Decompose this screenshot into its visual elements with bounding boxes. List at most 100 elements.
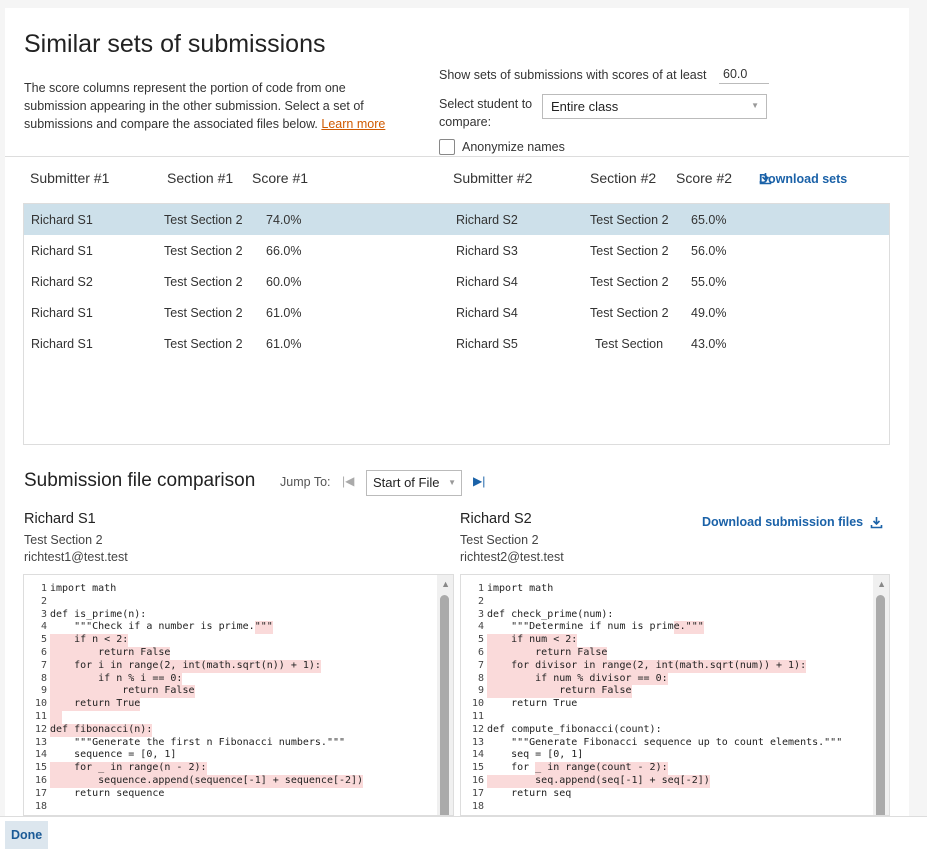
- cell-sub2: Richard S3: [456, 244, 518, 258]
- table-row[interactable]: Richard S1 Test Section 2 66.0% Richard S3 T…: [24, 235, 889, 266]
- cell-score2: 56.0%: [691, 244, 727, 258]
- cell-score2: 65.0%: [691, 213, 727, 227]
- threshold-label: Show sets of submissions with scores of …: [439, 68, 707, 82]
- code-line: 13 """Generate the first n Fibonacci num…: [24, 737, 453, 750]
- line-number: 2: [40, 595, 47, 607]
- right-submitter-email: richtest2@test.test: [460, 550, 564, 564]
- code-text: """Check if a number is prime.: [50, 621, 255, 633]
- col-section-1[interactable]: Section #1: [167, 170, 233, 186]
- left-submission-info: Richard S1 Test Section 2 richtest1@test…: [24, 511, 128, 567]
- code-line: 10 return True: [24, 698, 453, 711]
- right-code-scrollbar[interactable]: ▲: [873, 575, 889, 815]
- code-line: 6 return False: [24, 646, 453, 660]
- scroll-thumb[interactable]: [876, 595, 885, 815]
- code-text: return sequence: [50, 787, 165, 799]
- cell-score2: 49.0%: [691, 306, 727, 320]
- matched-code: return False: [487, 685, 632, 699]
- matched-code: if num % divisor == 0:: [487, 672, 668, 686]
- cell-sub2: Richard S4: [456, 275, 518, 289]
- line-number: 8: [40, 672, 47, 684]
- line-number: 16: [34, 774, 47, 786]
- code-line: 1 import math: [24, 583, 453, 596]
- jump-to-select[interactable]: Start of File ▼: [366, 470, 462, 496]
- code-line: 14 seq = [0, 1]: [461, 749, 889, 762]
- code-line: 18: [461, 801, 889, 814]
- col-submitter-1[interactable]: Submitter #1: [30, 170, 109, 186]
- anonymize-option[interactable]: Anonymize names: [439, 139, 565, 155]
- matched-code: for i in range(2, int(math.sqrt(n)) + 1)…: [50, 659, 321, 673]
- left-code-pane[interactable]: 1 import math 2 3 def is_prime(n): 4 """Check…: [23, 574, 454, 816]
- cell-sec1: Test Section 2: [164, 244, 243, 258]
- learn-more-link[interactable]: Learn more: [321, 117, 385, 131]
- student-select-label: Select student to compare:: [439, 97, 533, 129]
- col-submitter-2[interactable]: Submitter #2: [453, 170, 532, 186]
- download-submission-files-button[interactable]: Download submission files: [702, 515, 883, 529]
- page-title: Similar sets of submissions: [24, 30, 326, 58]
- code-line: 3 def is_prime(n):: [24, 609, 453, 622]
- code-text: """Determine if num is prim: [487, 621, 674, 633]
- code-line: 10 return True: [461, 698, 889, 711]
- scroll-up-icon[interactable]: ▲: [877, 579, 886, 589]
- matched-code: for divisor in range(2, int(math.sqrt(nu…: [487, 659, 807, 673]
- cell-sub2: Richard S2: [456, 213, 518, 227]
- line-number: 4: [40, 621, 47, 633]
- line-number: 18: [471, 800, 484, 812]
- code-line: 8 if n % i == 0:: [24, 672, 453, 686]
- code-text: def check_prime(num):: [487, 608, 614, 620]
- student-select[interactable]: Entire class ▼: [542, 94, 767, 119]
- table-row[interactable]: Richard S1 Test Section 2 61.0% Richard S5 T…: [24, 328, 889, 359]
- code-line: 13 """Generate Fibonacci sequence up to …: [461, 737, 889, 750]
- code-line: 9 return False: [24, 685, 453, 699]
- matched-code: _ in range(count - 2):: [535, 762, 668, 775]
- matched-code: return False: [50, 646, 171, 660]
- cell-sec2: Test Section: [595, 337, 664, 351]
- anonymize-checkbox[interactable]: [439, 139, 455, 155]
- matched-code: [50, 710, 63, 724]
- code-line: 7 for divisor in range(2, int(math.sqrt(…: [461, 659, 889, 673]
- cell-sub1: Richard S2: [31, 275, 93, 289]
- line-number: 13: [34, 736, 47, 748]
- code-text: for: [487, 762, 536, 774]
- code-line: 2: [24, 596, 453, 609]
- table-row[interactable]: Richard S1 Test Section 2 74.0% Richard S2 T…: [24, 204, 889, 235]
- line-number: 10: [34, 698, 47, 710]
- code-text: sequence = [0, 1]: [50, 749, 177, 761]
- code-line: 7 for i in range(2, int(math.sqrt(n)) + …: [24, 659, 453, 673]
- jump-first-icon[interactable]: |◀: [342, 474, 354, 488]
- line-number: 6: [477, 646, 484, 658]
- line-number: 1: [477, 583, 484, 594]
- col-score-2[interactable]: Score #2: [676, 170, 732, 186]
- cell-sec1: Test Section 2: [164, 337, 243, 351]
- cell-sec2: Test Section 2: [590, 275, 669, 289]
- divider: [5, 156, 909, 157]
- line-number: 15: [34, 762, 47, 774]
- col-score-1[interactable]: Score #1: [252, 170, 308, 186]
- code-line: 3 def check_prime(num):: [461, 609, 889, 622]
- scroll-thumb[interactable]: [440, 595, 449, 815]
- code-line: 2: [461, 596, 889, 609]
- line-number: 2: [477, 595, 484, 607]
- download-sets-button[interactable]: Download sets: [759, 172, 847, 186]
- matched-code: return False: [487, 646, 608, 660]
- line-number: 7: [40, 659, 47, 671]
- code-text: return True: [487, 698, 578, 710]
- right-code-pane[interactable]: 1 import math 2 3 def check_prime(num): 4 """…: [460, 574, 890, 816]
- line-number: 5: [477, 634, 484, 646]
- table-row[interactable]: Richard S2 Test Section 2 60.0% Richard S4 T…: [24, 266, 889, 297]
- scroll-up-icon[interactable]: ▲: [441, 579, 450, 589]
- matched-code: return True: [50, 698, 141, 711]
- col-section-2[interactable]: Section #2: [590, 170, 656, 186]
- threshold-input[interactable]: [719, 64, 769, 84]
- chevron-down-icon: ▼: [448, 478, 456, 487]
- done-button[interactable]: Done: [5, 821, 48, 849]
- student-select-value: Entire class: [551, 99, 619, 114]
- jump-next-icon[interactable]: ▶|: [473, 474, 485, 488]
- code-line: 4 """Check if a number is prime. """: [24, 621, 453, 635]
- table-row[interactable]: Richard S1 Test Section 2 61.0% Richard S4 T…: [24, 297, 889, 328]
- matched-code: if n % i == 0:: [50, 672, 183, 686]
- download-files-label: Download submission files: [702, 515, 864, 529]
- left-submitter-email: richtest1@test.test: [24, 550, 128, 564]
- line-number: 9: [40, 685, 47, 697]
- cell-score1: 74.0%: [266, 213, 302, 227]
- left-code-scrollbar[interactable]: ▲: [437, 575, 453, 815]
